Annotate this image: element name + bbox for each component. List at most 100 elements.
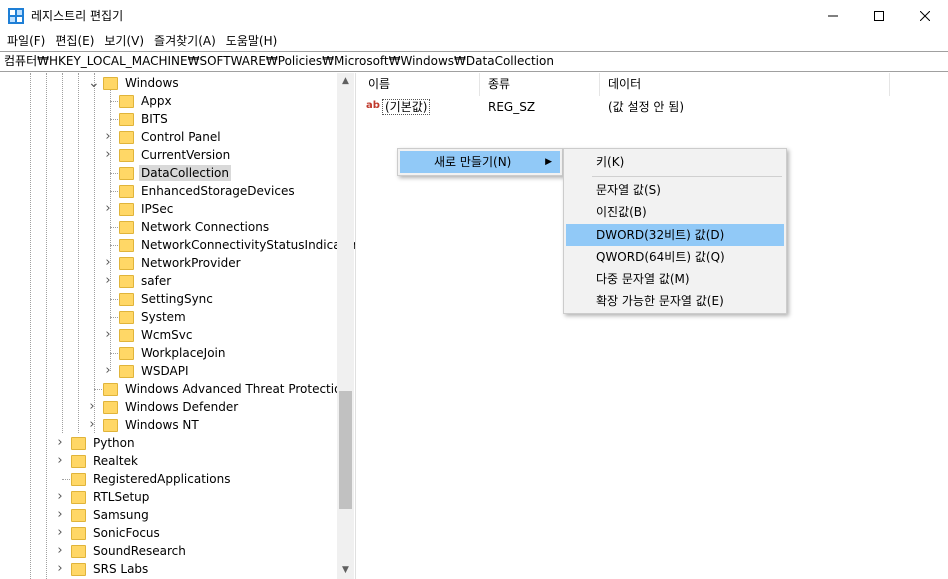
tree-node-workplacejoin[interactable]: WorkplaceJoin	[119, 344, 228, 362]
tree-node-enhancedstoragedevices[interactable]: EnhancedStorageDevices	[119, 182, 297, 200]
chevron-right-icon[interactable]: ›	[56, 508, 64, 521]
folder-icon	[103, 382, 118, 396]
tree-node-rtlsetup[interactable]: RTLSetup	[71, 488, 151, 506]
folder-icon	[119, 346, 134, 360]
window-title: 레지스트리 편집기	[31, 9, 124, 23]
folder-icon	[71, 508, 86, 522]
column-type-header[interactable]: 종류	[480, 73, 600, 96]
maximize-button[interactable]	[856, 0, 902, 31]
tree-node-samsung[interactable]: Samsung	[71, 506, 151, 524]
folder-icon	[119, 274, 134, 288]
folder-icon	[103, 76, 118, 90]
chevron-right-icon[interactable]: ›	[56, 436, 64, 449]
tree-node-label: Samsung	[93, 508, 149, 522]
chevron-right-icon[interactable]: ›	[104, 364, 112, 377]
column-data-header[interactable]: 데이터	[600, 73, 890, 96]
chevron-right-icon[interactable]: ›	[104, 202, 112, 215]
value-row[interactable]: ab (기본값) REG_SZ (값 설정 안 됨)	[360, 97, 948, 117]
tree-node-network-connections[interactable]: Network Connections	[119, 218, 271, 236]
tree-node-registeredapplications[interactable]: RegisteredApplications	[71, 470, 232, 488]
tree-node-label: NetworkProvider	[141, 256, 241, 270]
folder-icon	[119, 202, 134, 216]
submenu-item-3[interactable]: DWORD(32비트) 값(D)	[566, 224, 784, 246]
tree-node-python[interactable]: Python	[71, 434, 137, 452]
chevron-right-icon[interactable]: ›	[56, 526, 64, 539]
tree-node-label: EnhancedStorageDevices	[141, 184, 295, 198]
submenu-item-1[interactable]: 문자열 값(S)	[566, 179, 784, 201]
title-bar: 레지스트리 편집기	[0, 0, 948, 31]
menu-favorites[interactable]: 즐겨찾기(A)	[149, 31, 221, 51]
menu-help[interactable]: 도움말(H)	[221, 31, 283, 51]
chevron-right-icon[interactable]: ›	[56, 544, 64, 557]
column-name-header[interactable]: 이름	[360, 73, 480, 96]
chevron-right-icon[interactable]: ›	[104, 148, 112, 161]
scroll-thumb[interactable]	[339, 391, 352, 509]
tree-node-windows[interactable]: Windows	[103, 74, 181, 92]
tree-node-label: SoundResearch	[93, 544, 186, 558]
tree-node-control-panel[interactable]: Control Panel	[119, 128, 223, 146]
tree-guide-line	[110, 227, 118, 228]
menu-view[interactable]: 보기(V)	[99, 31, 149, 51]
chevron-right-icon[interactable]: ›	[104, 274, 112, 287]
submenu-item-4[interactable]: QWORD(64비트) 값(Q)	[566, 246, 784, 268]
tree-node-label: DataCollection	[139, 165, 232, 181]
tree-node-safer[interactable]: safer	[119, 272, 173, 290]
tree-node-sonicfocus[interactable]: SonicFocus	[71, 524, 162, 542]
tree-guide-line	[110, 353, 118, 354]
scroll-up-icon[interactable]: ▲	[337, 73, 354, 90]
chevron-right-icon[interactable]: ›	[56, 490, 64, 503]
tree-node-wsdapi[interactable]: WSDAPI	[119, 362, 191, 380]
submenu-item-2[interactable]: 이진값(B)	[566, 201, 784, 223]
tree-node-windows-nt[interactable]: Windows NT	[103, 416, 201, 434]
menu-new-label: 새로 만들기(N)	[434, 155, 512, 169]
tree-node-bits[interactable]: BITS	[119, 110, 170, 128]
tree-node-wcmsvc[interactable]: WcmSvc	[119, 326, 194, 344]
submenu-item-5[interactable]: 다중 문자열 값(M)	[566, 268, 784, 290]
menu-new[interactable]: 새로 만들기(N) ▶	[400, 151, 560, 173]
chevron-right-icon[interactable]: ›	[56, 562, 64, 575]
tree-node-windows-defender[interactable]: Windows Defender	[103, 398, 240, 416]
tree-node-srs-labs[interactable]: SRS Labs	[71, 560, 150, 578]
value-type: REG_SZ	[488, 100, 536, 114]
tree-node-label: IPSec	[141, 202, 174, 216]
tree-node-networkprovider[interactable]: NetworkProvider	[119, 254, 243, 272]
string-value-icon: ab	[366, 100, 380, 111]
tree-node-networkconnectivitystatusindicator[interactable]: NetworkConnectivityStatusIndicator	[119, 236, 356, 254]
tree-node-soundresearch[interactable]: SoundResearch	[71, 542, 188, 560]
tree-node-appx[interactable]: Appx	[119, 92, 174, 110]
tree-node-datacollection[interactable]: DataCollection	[119, 164, 232, 182]
close-button[interactable]	[902, 0, 948, 31]
new-submenu: 키(K) 문자열 값(S) 이진값(B) DWORD(32비트) 값(D) QWORD(…	[563, 148, 787, 314]
chevron-right-icon[interactable]: ›	[104, 328, 112, 341]
tree-node-label: NetworkConnectivityStatusIndicator	[141, 238, 356, 252]
menu-separator	[592, 176, 782, 177]
chevron-right-icon[interactable]: ›	[88, 400, 96, 413]
chevron-right-icon[interactable]: ›	[56, 454, 64, 467]
minimize-button[interactable]	[810, 0, 856, 31]
chevron-right-icon[interactable]: ›	[104, 256, 112, 269]
folder-icon	[119, 220, 134, 234]
menu-file[interactable]: 파일(F)	[2, 31, 50, 51]
submenu-item-0[interactable]: 키(K)	[566, 151, 784, 173]
tree-node-label: Realtek	[93, 454, 138, 468]
tree-node-label: System	[141, 310, 186, 324]
tree-node-settingsync[interactable]: SettingSync	[119, 290, 215, 308]
tree-node-label: SonicFocus	[93, 526, 160, 540]
folder-icon	[71, 454, 86, 468]
chevron-down-icon[interactable]: ⌄	[88, 76, 100, 90]
address-bar[interactable]: 컴퓨터₩HKEY_LOCAL_MACHINE₩SOFTWARE₩Policies…	[0, 51, 948, 72]
tree-node-label: Windows Advanced Threat Protection	[125, 382, 350, 396]
menu-edit[interactable]: 편집(E)	[50, 31, 99, 51]
tree-node-ipsec[interactable]: IPSec	[119, 200, 175, 218]
scroll-down-icon[interactable]: ▼	[337, 562, 354, 579]
folder-icon	[119, 238, 134, 252]
tree-guide-line	[94, 73, 95, 433]
tree-node-windows-advanced-threat-protection[interactable]: Windows Advanced Threat Protection	[103, 380, 351, 398]
tree-node-currentversion[interactable]: CurrentVersion	[119, 146, 232, 164]
tree-node-realtek[interactable]: Realtek	[71, 452, 140, 470]
tree-node-system[interactable]: System	[119, 308, 188, 326]
tree-scrollbar[interactable]: ▲ ▼	[337, 73, 354, 579]
chevron-right-icon[interactable]: ›	[88, 418, 96, 431]
chevron-right-icon[interactable]: ›	[104, 130, 112, 143]
submenu-item-6[interactable]: 확장 가능한 문자열 값(E)	[566, 290, 784, 312]
